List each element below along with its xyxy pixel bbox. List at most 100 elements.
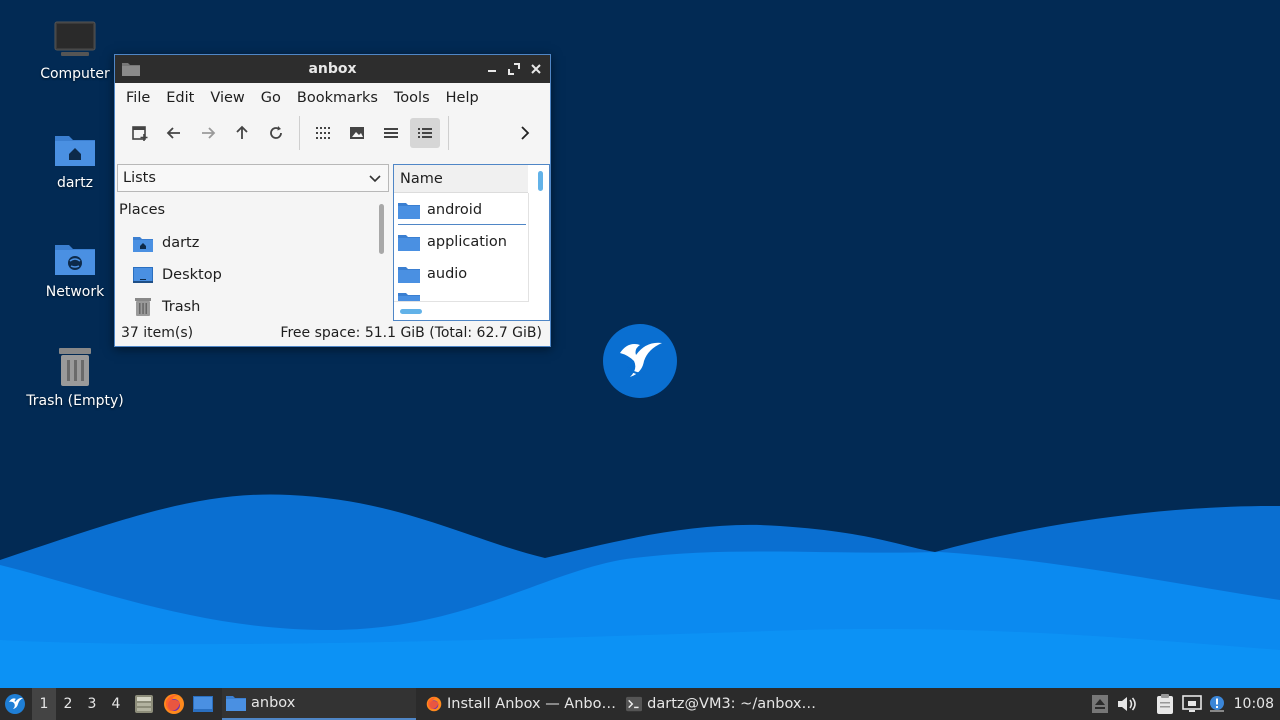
- file-name: application: [427, 234, 507, 250]
- icon-view-button[interactable]: [308, 118, 338, 148]
- window-titlebar[interactable]: anbox: [115, 55, 550, 83]
- tray-network[interactable]: [1182, 688, 1202, 720]
- places-header: Places: [119, 202, 166, 218]
- folder-icon: [398, 293, 420, 301]
- compact-view-button[interactable]: [376, 118, 406, 148]
- launcher-file-manager[interactable]: [133, 688, 155, 720]
- back-button[interactable]: [159, 118, 189, 148]
- tray-volume[interactable]: [1117, 688, 1137, 720]
- firefox-icon: [426, 696, 442, 712]
- forward-icon: [202, 127, 216, 139]
- workspace-1[interactable]: 1: [32, 688, 56, 720]
- notification-icon: [1207, 694, 1227, 714]
- workspace-2[interactable]: 2: [56, 688, 80, 720]
- place-item-desktop[interactable]: Desktop: [133, 262, 222, 288]
- workspace-4[interactable]: 4: [104, 688, 128, 720]
- terminal-icon: [626, 696, 643, 712]
- taskbar: 1 2 3 4 anbox Install Anbox — Anbo… dart…: [0, 688, 1280, 720]
- menu-file[interactable]: File: [118, 83, 158, 113]
- thumbnail-view-icon: [350, 127, 364, 139]
- column-header-name[interactable]: Name: [394, 165, 528, 193]
- trash-icon: [133, 297, 153, 317]
- eject-icon: [1090, 694, 1110, 714]
- place-item-trash[interactable]: Trash: [133, 294, 200, 320]
- start-menu-button[interactable]: [4, 688, 26, 720]
- desktop-icon-label: Network: [45, 284, 105, 300]
- computer-icon: [53, 18, 97, 62]
- thumbnail-view-button[interactable]: [342, 118, 372, 148]
- task-button-firefox[interactable]: Install Anbox — Anbo…: [422, 688, 616, 720]
- up-button[interactable]: [227, 118, 257, 148]
- desktop-icon-label: Trash (Empty): [26, 393, 124, 409]
- detailed-list-view-button[interactable]: [410, 118, 440, 148]
- network-icon: [1182, 694, 1202, 714]
- tray-eject[interactable]: [1090, 688, 1110, 720]
- volume-icon: [1117, 694, 1137, 714]
- menubar: File Edit View Go Bookmarks Tools Help: [115, 83, 550, 113]
- panes: Lists Places dartz Desktop Trash Name an…: [115, 164, 550, 321]
- launcher-firefox[interactable]: [163, 688, 185, 720]
- file-item-android[interactable]: android: [398, 195, 526, 225]
- file-list-pane: Name android application audio: [393, 164, 550, 321]
- toolbar: [115, 113, 550, 153]
- side-pane: Lists Places dartz Desktop Trash: [117, 164, 390, 321]
- side-pane-mode-value: Lists: [123, 170, 156, 186]
- file-list-vertical-scrollbar[interactable]: [538, 171, 543, 191]
- hummingbird-logo: [602, 323, 678, 399]
- place-label: Trash: [162, 299, 201, 315]
- task-button-terminal[interactable]: dartz@VM3: ~/anbox…: [622, 688, 816, 720]
- places-scrollbar[interactable]: [379, 204, 384, 254]
- minimize-button[interactable]: [482, 59, 502, 79]
- folder-icon: [122, 61, 140, 80]
- desktop-icon-trash[interactable]: Trash (Empty): [20, 345, 130, 409]
- tray-notification[interactable]: [1207, 688, 1227, 720]
- task-label: Install Anbox — Anbo…: [447, 696, 616, 712]
- trash-icon: [53, 345, 97, 389]
- place-label: dartz: [162, 235, 200, 251]
- file-name: android: [427, 201, 483, 218]
- clipboard-icon: [1155, 694, 1175, 714]
- item-count: 37 item(s): [121, 325, 194, 341]
- up-icon: [236, 125, 248, 139]
- forward-button[interactable]: [193, 118, 223, 148]
- file-list-horizontal-scrollbar[interactable]: [400, 309, 422, 314]
- menu-go[interactable]: Go: [253, 83, 289, 113]
- task-button-anbox[interactable]: anbox: [222, 688, 416, 720]
- file-item-audio[interactable]: audio: [398, 259, 526, 289]
- toolbar-more-button[interactable]: [510, 118, 540, 148]
- show-desktop-icon: [193, 696, 213, 712]
- close-button[interactable]: [526, 59, 546, 79]
- folder-icon: [226, 696, 246, 711]
- tray-clipboard[interactable]: [1155, 688, 1175, 720]
- task-label: anbox: [251, 695, 296, 711]
- place-item-home[interactable]: dartz: [133, 230, 199, 256]
- menu-view[interactable]: View: [202, 83, 252, 113]
- back-icon: [166, 127, 180, 139]
- file-manager-window[interactable]: anbox File Edit View Go Bookmarks Tools …: [114, 54, 551, 347]
- start-menu-icon: [5, 694, 25, 714]
- desktop-icon-label: Computer: [40, 66, 110, 82]
- file-name: audio: [427, 266, 468, 282]
- reload-button[interactable]: [261, 118, 291, 148]
- menu-edit[interactable]: Edit: [158, 83, 202, 113]
- menu-help[interactable]: Help: [438, 83, 487, 113]
- more-chevron-icon: [521, 126, 530, 140]
- toolbar-separator: [299, 116, 300, 150]
- file-item-partial[interactable]: [398, 291, 526, 301]
- workspace-3[interactable]: 3: [80, 688, 104, 720]
- menu-bookmarks[interactable]: Bookmarks: [289, 83, 386, 113]
- new-tab-button[interactable]: [125, 118, 155, 148]
- detailed-list-view-icon: [418, 128, 432, 138]
- side-pane-mode-select[interactable]: Lists: [117, 164, 389, 192]
- network-folder-icon: [53, 236, 97, 280]
- compact-view-icon: [384, 128, 398, 138]
- file-item-application[interactable]: application: [398, 227, 526, 257]
- clock[interactable]: 10:08: [1234, 688, 1274, 720]
- menu-tools[interactable]: Tools: [386, 83, 438, 113]
- free-space: Free space: 51.1 GiB (Total: 62.7 GiB): [280, 325, 542, 341]
- folder-icon: [398, 267, 420, 283]
- maximize-button[interactable]: [504, 59, 524, 79]
- toolbar-separator: [448, 116, 449, 150]
- task-label: dartz@VM3: ~/anbox…: [647, 696, 816, 712]
- launcher-show-desktop[interactable]: [192, 688, 214, 720]
